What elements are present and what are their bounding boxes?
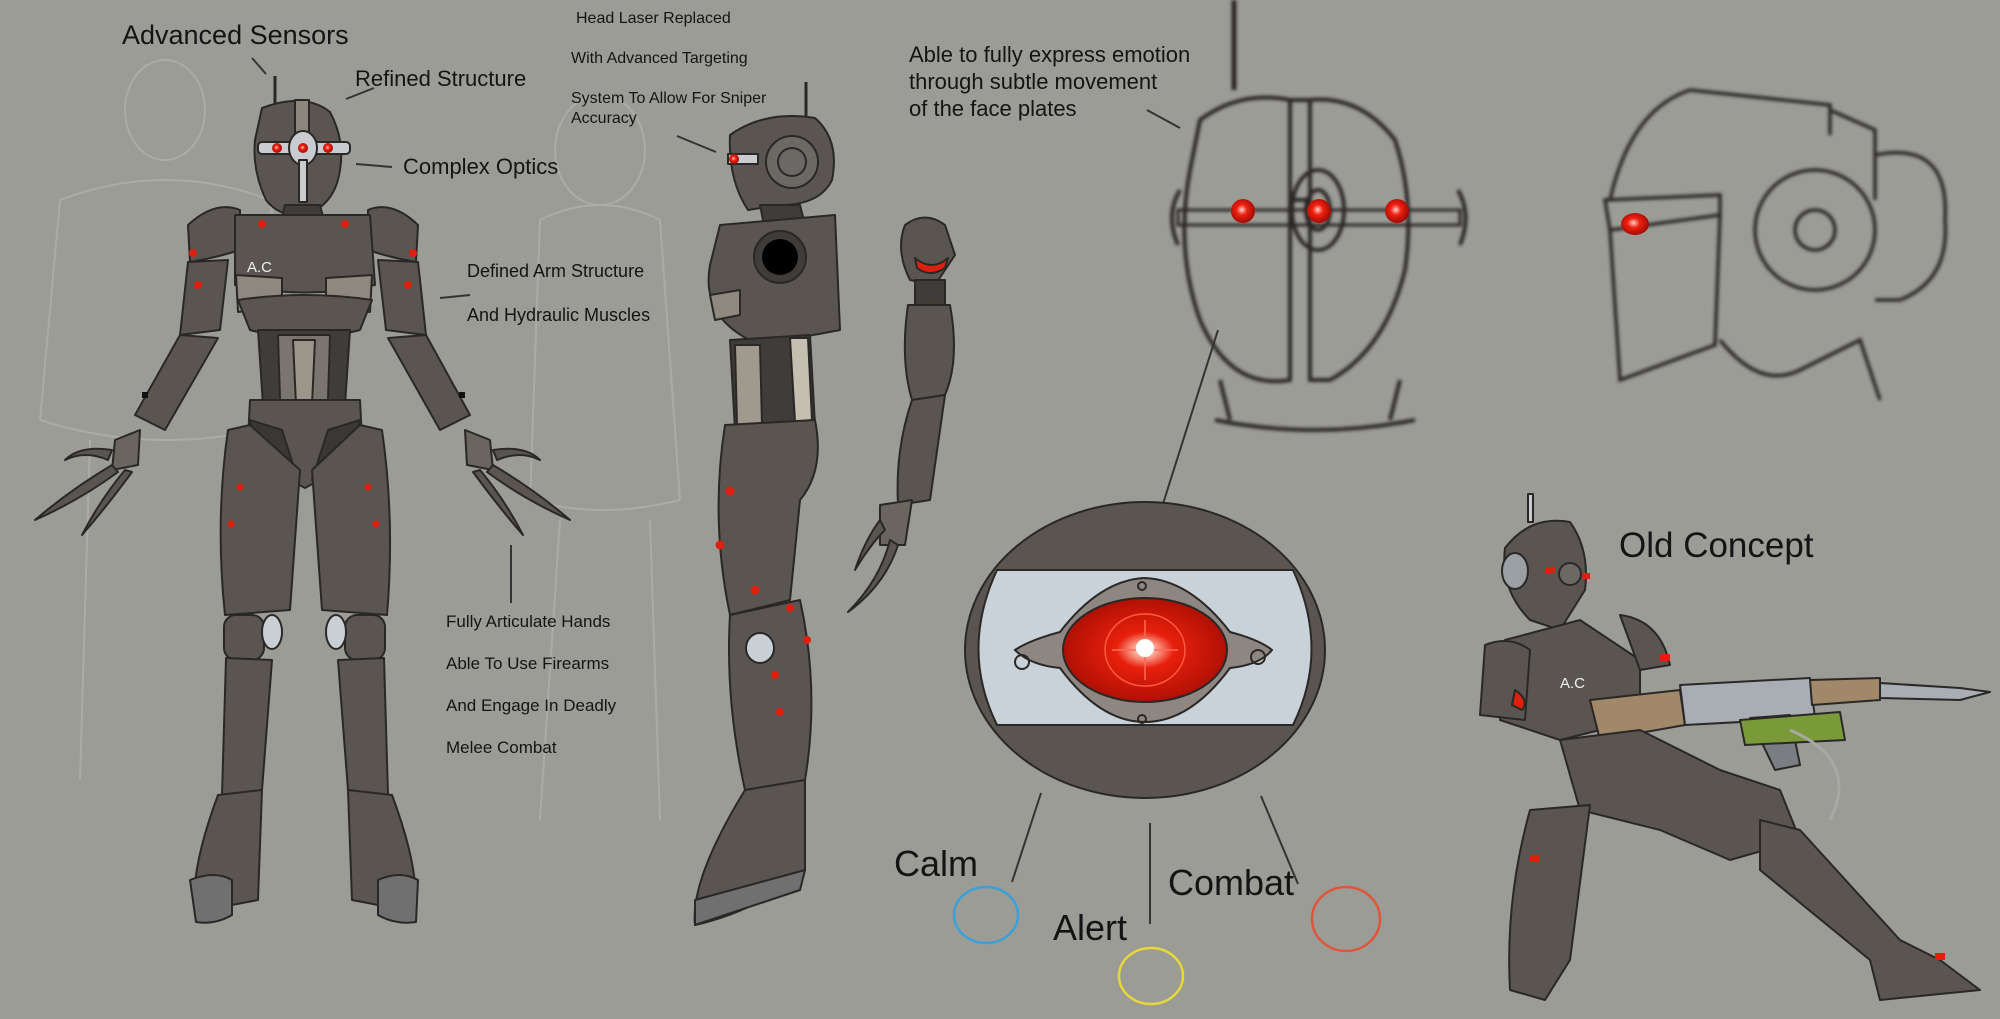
eye-state-swatches [952,885,1382,1006]
callout-refined-structure: Refined Structure [355,66,527,91]
eye-state-lines [1011,792,1299,924]
callout-complex-optics: Complex Optics [403,154,559,179]
callout-laser-line4: Accuracy [571,110,637,127]
alert-color-circle [1117,946,1185,1006]
side-view-arm [847,216,956,613]
eye-closeup [964,501,1326,799]
callout-hands-line2: Able To Use Firearms [446,654,610,673]
front-chest-marking: A.C [247,259,272,276]
head-side-sketch [1602,88,1948,401]
callout-face-line1: Able to fully express emotion [909,42,1191,67]
old-concept-chest-marking: A.C [1560,675,1585,692]
eye-state-alert-label: Alert [1053,907,1128,948]
callout-laser-line1: Head Laser Replaced [576,10,731,27]
callout-laser-line2: With Advanced Targeting [571,50,748,67]
eye-state-combat-label: Combat [1168,862,1295,903]
eye-callout-line [1161,329,1219,508]
callout-hands-line1: Fully Articulate Hands [446,612,611,631]
callout-hands-line3: And Engage In Deadly [446,696,617,715]
old-concept-title: Old Concept [1619,526,1814,565]
head-side-eye [1621,213,1649,235]
callout-laser-line3: System To Allow For Sniper [571,90,767,107]
callout-hands-line4: Melee Combat [446,738,557,757]
eye-state-calm-label: Calm [894,843,979,884]
calm-color-circle [952,885,1020,945]
side-callout-line [676,135,717,153]
callout-face-line3: of the face plates [909,96,1077,121]
front-view-robot: A.C [34,76,571,924]
head-callout-line [1146,109,1181,129]
callout-advanced-sensors: Advanced Sensors [122,20,349,50]
concept-art-canvas: A.C A.C [34,0,1991,1006]
old-concept-robot: A.C [1479,493,1991,1001]
callout-arm-line2: And Hydraulic Muscles [467,305,651,325]
callout-face-line2: through subtle movement [909,69,1158,94]
combat-color-circle [1310,885,1382,953]
side-view-robot [693,82,841,926]
callout-arm-line1: Defined Arm Structure [467,261,645,281]
